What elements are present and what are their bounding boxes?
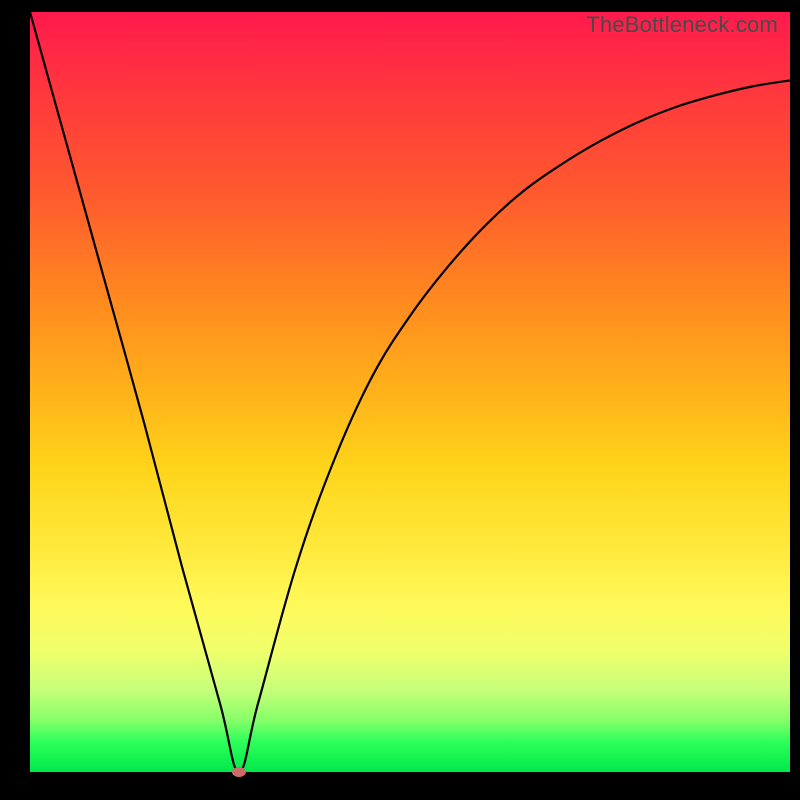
curve-path (30, 12, 790, 772)
chart-frame: TheBottleneck.com (0, 0, 800, 800)
plot-area: TheBottleneck.com (30, 12, 790, 772)
bottleneck-curve (30, 12, 790, 772)
minimum-marker (232, 767, 246, 777)
